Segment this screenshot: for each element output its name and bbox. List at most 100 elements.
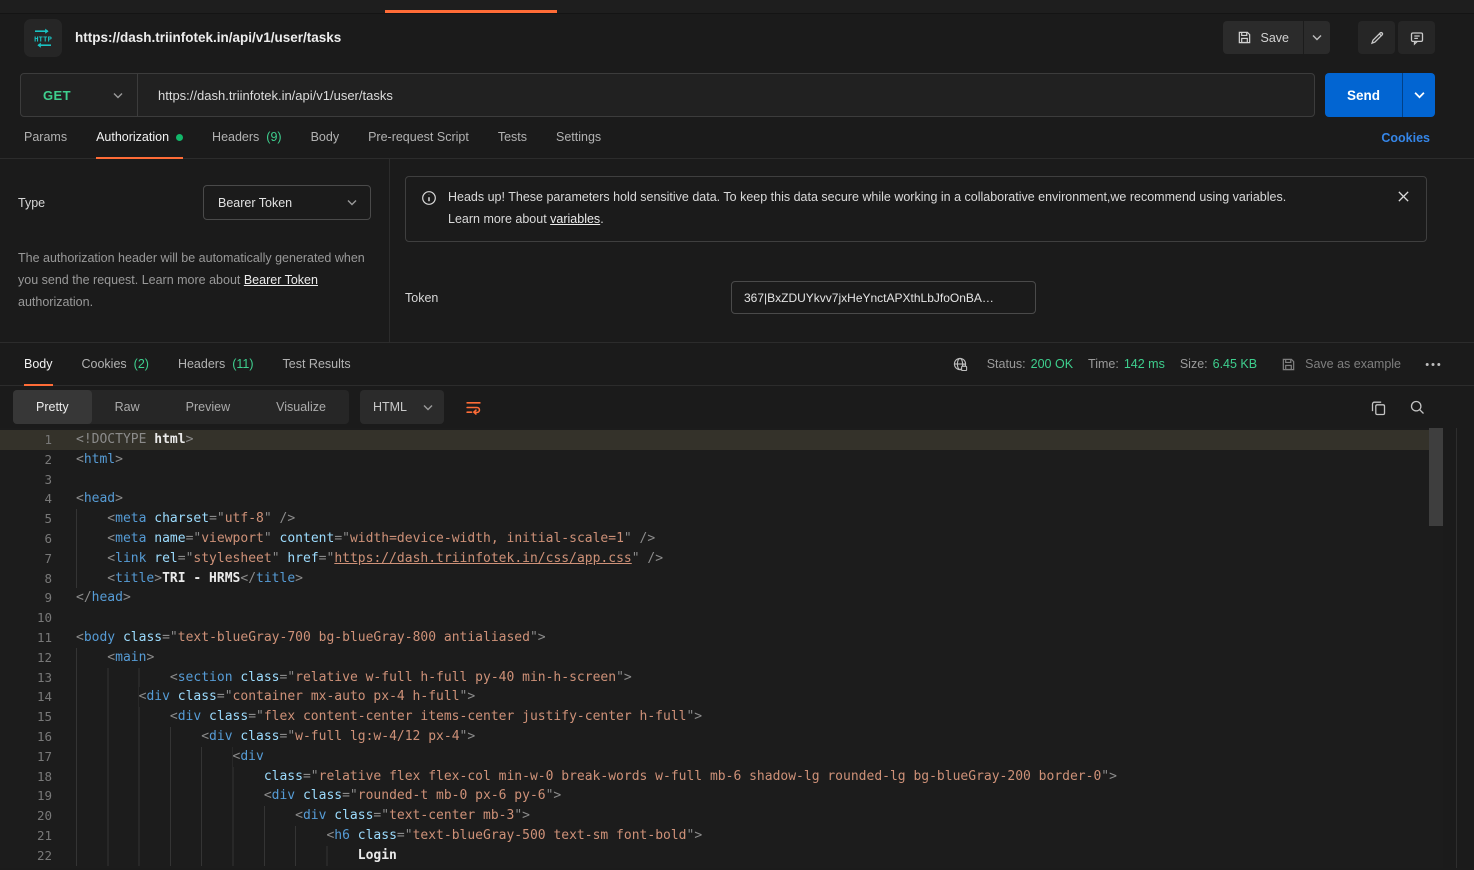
- line-number: 19: [0, 786, 52, 806]
- code-line: 17<div: [0, 747, 1443, 767]
- save-as-example-button[interactable]: Save as example: [1281, 357, 1401, 372]
- bearer-token-doc-link[interactable]: Bearer Token: [244, 273, 318, 287]
- tab-settings[interactable]: Settings: [556, 117, 601, 159]
- status-value: 200 OK: [1031, 357, 1073, 371]
- comment-icon: [1409, 30, 1425, 46]
- tab-params[interactable]: Params: [24, 117, 67, 159]
- send-button-group: Send: [1325, 73, 1435, 117]
- tab-pre-request-script[interactable]: Pre-request Script: [368, 117, 469, 159]
- url-input[interactable]: https://dash.triinfotek.in/api/v1/user/t…: [138, 88, 393, 103]
- code-line: 13<section class="relative w-full h-full…: [0, 668, 1443, 688]
- response-tab-cookies[interactable]: Cookies (2): [82, 343, 149, 386]
- send-button[interactable]: Send: [1325, 73, 1402, 117]
- size-value: 6.45 KB: [1213, 357, 1257, 371]
- status-pair: Status: 200 OK: [987, 357, 1073, 371]
- edit-button[interactable]: [1358, 21, 1395, 54]
- code-line: 2<html>: [0, 450, 1443, 470]
- wrap-text-icon: [465, 399, 482, 416]
- auth-type-select[interactable]: Bearer Token: [203, 185, 371, 220]
- code-line: 20<div class="text-center mb-3">: [0, 806, 1443, 826]
- authorization-panel: Type Bearer Token The authorization head…: [0, 159, 1474, 343]
- view-mode-switcher: Pretty Raw Preview Visualize: [13, 390, 349, 424]
- request-header: HTTP https://dash.triinfotek.in/api/v1/u…: [0, 14, 1474, 61]
- tab-headers[interactable]: Headers (9): [212, 117, 282, 159]
- response-tab-test-results[interactable]: Test Results: [283, 343, 351, 386]
- tab-body[interactable]: Body: [311, 117, 340, 159]
- line-number: 21: [0, 826, 52, 846]
- code-line: 3: [0, 470, 1443, 490]
- request-tabs: Params Authorization Headers (9) Body Pr…: [0, 117, 1474, 159]
- token-label: Token: [405, 291, 731, 305]
- line-number: 7: [0, 549, 52, 569]
- comments-button[interactable]: [1398, 21, 1435, 54]
- line-number: 17: [0, 747, 52, 767]
- line-number: 1: [0, 430, 52, 450]
- method-select[interactable]: GET: [21, 74, 138, 116]
- response-meta: Status: 200 OK Time: 142 ms Size: 6.45 K…: [952, 343, 1441, 385]
- network-info-icon[interactable]: [952, 356, 969, 373]
- copy-icon[interactable]: [1370, 399, 1387, 416]
- wrap-lines-toggle[interactable]: [457, 390, 491, 424]
- cookies-count-badge: (2): [134, 357, 149, 371]
- search-icon[interactable]: [1409, 399, 1426, 416]
- response-body-editor: 1<!DOCTYPE html>2<html>34<head>5<meta ch…: [0, 428, 1474, 868]
- token-row: Token 367|BxZDUYkvv7jxHeYnctAPXthLbJfoOn…: [405, 281, 1427, 314]
- view-mode-visualize[interactable]: Visualize: [253, 390, 349, 424]
- view-mode-pretty[interactable]: Pretty: [13, 390, 92, 424]
- code-line: 16<div class="w-full lg:w-4/12 px-4">: [0, 727, 1443, 747]
- time-pair: Time: 142 ms: [1088, 357, 1165, 371]
- code-line: 1<!DOCTYPE html>: [0, 430, 1443, 450]
- request-title: https://dash.triinfotek.in/api/v1/user/t…: [75, 30, 341, 45]
- language-value: HTML: [373, 400, 407, 414]
- http-request-icon: HTTP: [24, 19, 62, 57]
- view-mode-preview[interactable]: Preview: [163, 390, 253, 424]
- active-workspace-tab-underline: [385, 10, 557, 13]
- tab-authorization[interactable]: Authorization: [96, 117, 183, 159]
- code-line: 21<h6 class="text-blueGray-500 text-sm f…: [0, 826, 1443, 846]
- response-viewer-toolbar: Pretty Raw Preview Visualize HTML: [0, 386, 1474, 428]
- code-lines[interactable]: 1<!DOCTYPE html>2<html>34<head>5<meta ch…: [0, 428, 1443, 868]
- response-header: Body Cookies (2) Headers (11) Test Resul…: [0, 343, 1474, 386]
- view-mode-raw[interactable]: Raw: [92, 390, 163, 424]
- cookies-link[interactable]: Cookies: [1381, 131, 1430, 145]
- line-number: 20: [0, 806, 52, 826]
- line-number: 5: [0, 509, 52, 529]
- response-tab-body[interactable]: Body: [24, 343, 53, 386]
- code-line: 18class="relative flex flex-col min-w-0 …: [0, 767, 1443, 787]
- code-line: 14<div class="container mx-auto px-4 h-f…: [0, 687, 1443, 707]
- line-number: 18: [0, 767, 52, 787]
- url-bar: GET https://dash.triinfotek.in/api/v1/us…: [20, 73, 1315, 117]
- line-number: 9: [0, 588, 52, 608]
- line-number: 3: [0, 470, 52, 490]
- code-line: 5<meta charset="utf-8" />: [0, 509, 1443, 529]
- line-number: 15: [0, 707, 52, 727]
- token-input[interactable]: 367|BxZDUYkvv7jxHeYnctAPXthLbJfoOnBA…: [731, 281, 1036, 314]
- line-number: 10: [0, 608, 52, 628]
- send-options-button[interactable]: [1402, 73, 1435, 117]
- response-tab-headers[interactable]: Headers (11): [178, 343, 254, 386]
- variables-doc-link[interactable]: variables: [550, 212, 600, 226]
- save-icon: [1281, 357, 1296, 372]
- more-actions-button[interactable]: [1425, 362, 1441, 367]
- editor-scrollbar-thumb[interactable]: [1429, 428, 1443, 526]
- line-number: 12: [0, 648, 52, 668]
- code-line: 7<link rel="stylesheet" href="https://da…: [0, 549, 1443, 569]
- authorization-active-dot: [176, 134, 183, 141]
- code-line: 22Login: [0, 846, 1443, 866]
- save-options-button[interactable]: [1303, 21, 1330, 54]
- sensitive-data-banner: Heads up! These parameters hold sensitiv…: [405, 176, 1427, 242]
- language-select[interactable]: HTML: [360, 390, 444, 424]
- chevron-down-icon: [423, 404, 433, 411]
- save-button-group: Save: [1223, 21, 1331, 54]
- response-headers-count-badge: (11): [232, 357, 253, 371]
- tab-tests[interactable]: Tests: [498, 117, 527, 159]
- save-button-label: Save: [1261, 31, 1290, 45]
- close-icon[interactable]: [1397, 190, 1410, 230]
- code-line: 6<meta name="viewport" content="width=de…: [0, 529, 1443, 549]
- code-line: 8<title>TRI - HRMS</title>: [0, 569, 1443, 589]
- line-number: 8: [0, 569, 52, 589]
- save-button[interactable]: Save: [1223, 21, 1304, 54]
- line-number: 2: [0, 450, 52, 470]
- code-line: 11<body class="text-blueGray-700 bg-blue…: [0, 628, 1443, 648]
- headers-count-badge: (9): [266, 130, 281, 144]
